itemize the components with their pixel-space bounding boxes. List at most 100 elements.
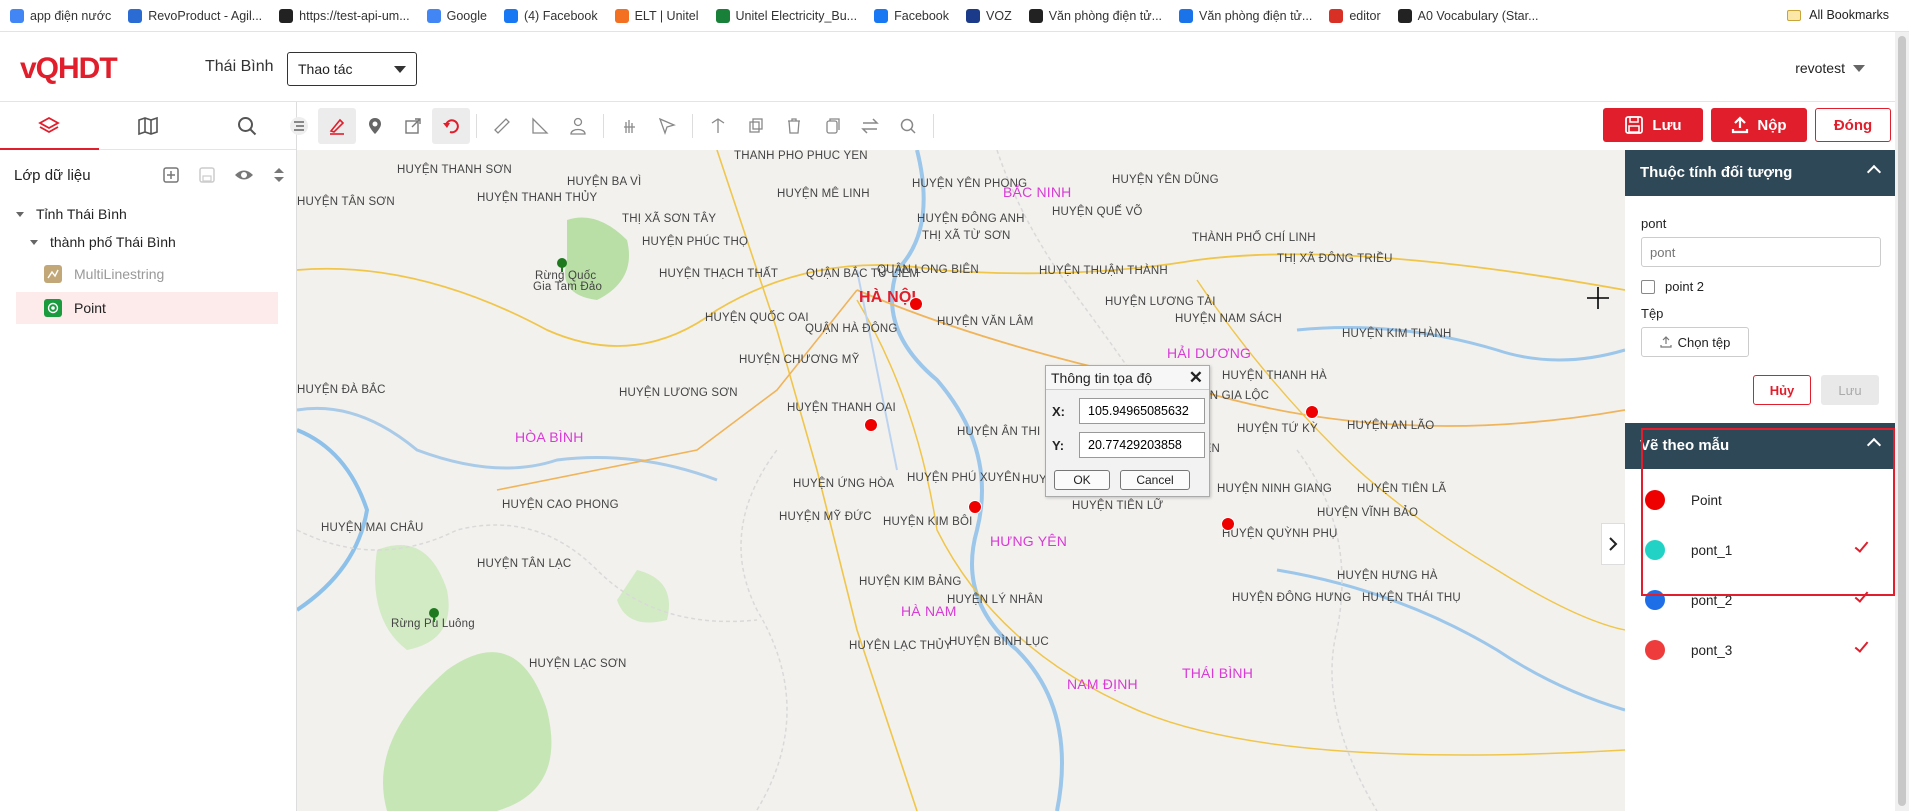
edit-tool[interactable] xyxy=(318,108,356,144)
zoom-search-tool[interactable] xyxy=(889,108,927,144)
copy-tool[interactable] xyxy=(813,108,851,144)
upload-icon xyxy=(1732,116,1749,134)
bookmark-label: (4) Facebook xyxy=(523,8,598,23)
export-tool[interactable] xyxy=(394,108,432,144)
map-place-label: HUYỆN YÊN DŨNG xyxy=(1112,174,1219,186)
bookmark-item[interactable]: https://test-api-um... xyxy=(279,8,410,23)
ruler-tool[interactable] xyxy=(483,108,521,144)
bookmark-item[interactable]: editor xyxy=(1329,8,1381,23)
split-tool[interactable] xyxy=(699,108,737,144)
scrollbar-thumb[interactable] xyxy=(1898,36,1906,806)
tab-layers[interactable] xyxy=(0,102,99,150)
bookmark-item[interactable]: ELT | Unitel xyxy=(614,8,699,23)
map-point[interactable] xyxy=(864,418,878,432)
y-coordinate-input[interactable] xyxy=(1079,432,1205,458)
user-menu[interactable]: revotest xyxy=(1795,60,1865,76)
layer-item-point[interactable]: Point xyxy=(16,292,278,324)
pointer-tool[interactable] xyxy=(648,108,686,144)
list-tool[interactable] xyxy=(280,108,318,144)
close-icon[interactable]: ✕ xyxy=(1189,368,1203,388)
map-place-label: HUYỆN BÌNH LỤC xyxy=(949,636,1049,648)
chevron-up-icon[interactable] xyxy=(1866,437,1882,453)
all-bookmarks[interactable]: All Bookmarks xyxy=(1787,8,1889,22)
tree-node-city[interactable]: thành phố Thái Bình xyxy=(16,228,296,256)
trash-icon xyxy=(788,118,800,134)
template-item[interactable]: pont_2 xyxy=(1625,575,1895,625)
pont-input[interactable] xyxy=(1641,237,1881,267)
expand-panel-button[interactable] xyxy=(1601,523,1625,565)
checkmark-icon xyxy=(1854,588,1869,603)
delete-tool[interactable] xyxy=(775,108,813,144)
map-place-label: HUYỆN ĐÀ BẮC xyxy=(297,384,386,396)
save-button[interactable]: Lưu xyxy=(1603,108,1703,142)
map-place-label: HUYỆN THANH HÀ xyxy=(1222,370,1327,382)
template-item[interactable]: pont_1 xyxy=(1625,525,1895,575)
properties-header[interactable]: Thuộc tính đối tượng xyxy=(1625,150,1895,196)
bookmark-item[interactable]: RevoProduct - Agil... xyxy=(128,8,262,23)
select-tool[interactable] xyxy=(610,108,648,144)
app-logo[interactable]: vQHDT xyxy=(20,52,118,86)
map-point[interactable] xyxy=(1221,517,1235,531)
checkmark-icon xyxy=(1854,638,1869,653)
cancel-button[interactable]: Hủy xyxy=(1753,375,1811,405)
copy-icon xyxy=(826,118,840,134)
chevron-down-icon[interactable] xyxy=(30,239,38,245)
map-place-label: HUYỆN TÂN LẠC xyxy=(477,558,572,570)
person-tool[interactable] xyxy=(559,108,597,144)
checkbox-label: point 2 xyxy=(1665,279,1705,294)
bookmark-item[interactable]: Unitel Electricity_Bu... xyxy=(715,8,857,23)
favicon-icon xyxy=(279,8,294,23)
map-point[interactable] xyxy=(968,500,982,514)
y-label: Y: xyxy=(1052,437,1065,453)
bookmark-item[interactable]: VOZ xyxy=(966,8,1012,23)
map-icon xyxy=(138,116,158,135)
template-item[interactable]: pont_3 xyxy=(1625,625,1895,675)
submit-button[interactable]: Nộp xyxy=(1711,108,1807,142)
area-tool[interactable] xyxy=(521,108,559,144)
map-canvas[interactable]: THÀNH PHỐ PHÚC YÊN HUYỆN THANH SƠN HUYỆN B… xyxy=(297,150,1625,811)
close-button[interactable]: Đóng xyxy=(1815,108,1891,142)
map-point[interactable] xyxy=(909,297,923,311)
sort-icon[interactable] xyxy=(272,166,286,184)
bookmark-label: VOZ xyxy=(986,8,1012,23)
bookmark-item[interactable]: Văn phòng điện tử... xyxy=(1028,8,1162,23)
map-place-label: HUYỆN VĂN LÂM xyxy=(937,316,1034,328)
point2-checkbox[interactable] xyxy=(1641,279,1655,294)
bookmark-item[interactable]: Google xyxy=(426,8,487,23)
add-layer-icon[interactable] xyxy=(162,166,180,184)
toolbar-divider xyxy=(692,114,693,138)
template-label: Point xyxy=(1691,492,1722,508)
bookmark-label: Văn phòng điện tử... xyxy=(1199,8,1313,23)
x-coordinate-input[interactable] xyxy=(1079,398,1205,424)
bookmark-item[interactable]: Facebook xyxy=(874,8,949,23)
copy-feature-tool[interactable] xyxy=(737,108,775,144)
bookmark-item[interactable]: A0 Vocabulary (Star... xyxy=(1397,8,1539,23)
choose-file-button[interactable]: Chọn tệp xyxy=(1641,327,1749,357)
layer-item-multilinestring[interactable]: MultiLinestring xyxy=(16,258,278,290)
save-properties-button[interactable]: Lưu xyxy=(1821,375,1879,405)
tree-node-province[interactable]: Tỉnh Thái Bình xyxy=(16,200,296,228)
chevron-right-icon xyxy=(1609,537,1618,551)
cancel-button[interactable]: Cancel xyxy=(1120,470,1190,490)
point2-checkbox-row[interactable]: point 2 xyxy=(1641,279,1879,294)
eye-icon[interactable] xyxy=(234,166,254,184)
chevron-down-icon[interactable] xyxy=(16,211,24,217)
template-label: pont_1 xyxy=(1691,542,1733,558)
map-point[interactable] xyxy=(1305,405,1319,419)
action-select[interactable]: Thao tác xyxy=(287,52,417,86)
page-scrollbar[interactable] xyxy=(1895,32,1909,811)
map-place-label: HUYỆN CAO PHONG xyxy=(502,499,619,511)
ok-button[interactable]: OK xyxy=(1054,470,1110,490)
tab-map[interactable] xyxy=(99,102,198,149)
save-layer-icon[interactable] xyxy=(198,166,216,184)
map-place-label: HUYỆN THANH SƠN xyxy=(397,164,512,176)
bookmark-item[interactable]: (4) Facebook xyxy=(503,8,598,23)
chevron-up-icon[interactable] xyxy=(1866,164,1882,180)
place-marker-tool[interactable] xyxy=(356,108,394,144)
bookmark-item[interactable]: Văn phòng điện tử... xyxy=(1179,8,1313,23)
undo-tool[interactable] xyxy=(432,108,470,144)
bookmark-item[interactable]: app điện nước xyxy=(10,8,111,23)
template-item[interactable]: Point xyxy=(1625,475,1895,525)
swap-tool[interactable] xyxy=(851,108,889,144)
template-header[interactable]: Vẽ theo mẫu xyxy=(1625,423,1895,469)
